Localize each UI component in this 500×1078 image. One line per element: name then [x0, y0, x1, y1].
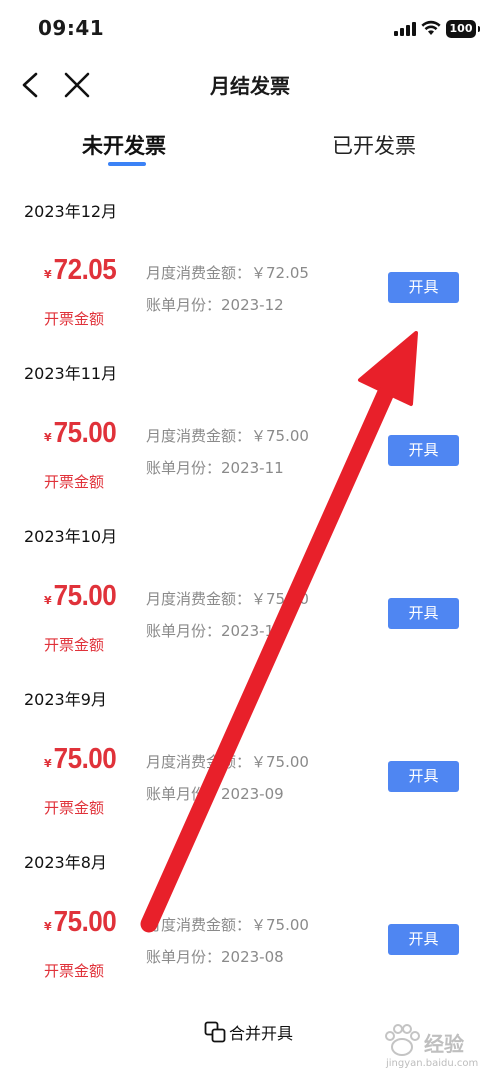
bill-month: 账单月份：2023-12	[146, 296, 284, 314]
invoice-amount: ¥75.00	[44, 741, 117, 775]
page-title: 月结发票	[210, 74, 290, 98]
paw-icon	[385, 1024, 420, 1056]
currency-symbol: ¥	[44, 268, 52, 281]
month-header: 2023年8月	[24, 853, 107, 872]
currency-symbol: ¥	[44, 431, 52, 444]
tab-bar: 未开发票 已开发票	[0, 126, 500, 172]
amount-label: 开票金额	[44, 799, 105, 817]
watermark: 经验 jingyan.baidu.com	[382, 1022, 494, 1072]
currency-symbol: ¥	[44, 757, 52, 770]
month-header: 2023年9月	[24, 690, 107, 709]
consume-amount: 月度消费金额：￥75.00	[146, 427, 309, 445]
amount-value: 75.00	[53, 741, 117, 775]
status-time: 09:41	[38, 16, 105, 40]
issue-invoice-button[interactable]: 开具	[388, 435, 459, 466]
invoice-amount: ¥75.00	[44, 415, 117, 449]
invoice-amount: ¥75.00	[44, 578, 117, 612]
consume-amount: 月度消费金额：￥72.05	[146, 264, 309, 282]
tab-active-indicator	[108, 162, 146, 166]
amount-label: 开票金额	[44, 310, 105, 328]
merge-invoice-button[interactable]: 合并开具	[204, 1020, 293, 1046]
amount-value: 75.00	[53, 904, 117, 938]
amount-value: 72.05	[53, 252, 117, 286]
battery-level: 100	[449, 22, 473, 35]
merge-icon	[204, 1021, 226, 1043]
issue-invoice-button[interactable]: 开具	[388, 598, 459, 629]
signal-icon	[394, 22, 416, 36]
amount-value: 75.00	[53, 578, 117, 612]
amount-label: 开票金额	[44, 636, 105, 654]
issue-invoice-button[interactable]: 开具	[388, 761, 459, 792]
tab-uninvoiced[interactable]: 未开发票	[82, 130, 166, 160]
amount-label: 开票金额	[44, 962, 105, 980]
invoice-amount: ¥75.00	[44, 904, 117, 938]
bill-month: 账单月份：2023-08	[146, 948, 284, 966]
consume-amount: 月度消费金额：￥75.00	[146, 916, 309, 934]
month-header: 2023年11月	[24, 364, 118, 383]
nav-bar: 月结发票	[0, 60, 500, 110]
issue-invoice-button[interactable]: 开具	[388, 924, 459, 955]
wifi-icon	[421, 20, 441, 35]
currency-symbol: ¥	[44, 920, 52, 933]
bill-month: 账单月份：2023-09	[146, 785, 284, 803]
issue-invoice-button[interactable]: 开具	[388, 272, 459, 303]
consume-amount: 月度消费金额：￥75.00	[146, 590, 309, 608]
consume-amount: 月度消费金额：￥75.00	[146, 753, 309, 771]
bill-month: 账单月份：2023-11	[146, 459, 284, 477]
invoice-amount: ¥72.05	[44, 252, 117, 286]
merge-label: 合并开具	[229, 1024, 294, 1043]
month-header: 2023年12月	[24, 202, 118, 221]
amount-label: 开票金额	[44, 473, 105, 491]
amount-value: 75.00	[53, 415, 117, 449]
battery-icon: 100	[446, 20, 480, 38]
month-header: 2023年10月	[24, 527, 118, 546]
watermark-text: 经验	[424, 1032, 464, 1056]
tab-invoiced[interactable]: 已开发票	[332, 130, 416, 160]
watermark-url: jingyan.baidu.com	[386, 1058, 479, 1069]
currency-symbol: ¥	[44, 594, 52, 607]
status-bar: 09:41 100	[0, 0, 500, 56]
bill-month: 账单月份：2023-10	[146, 622, 284, 640]
